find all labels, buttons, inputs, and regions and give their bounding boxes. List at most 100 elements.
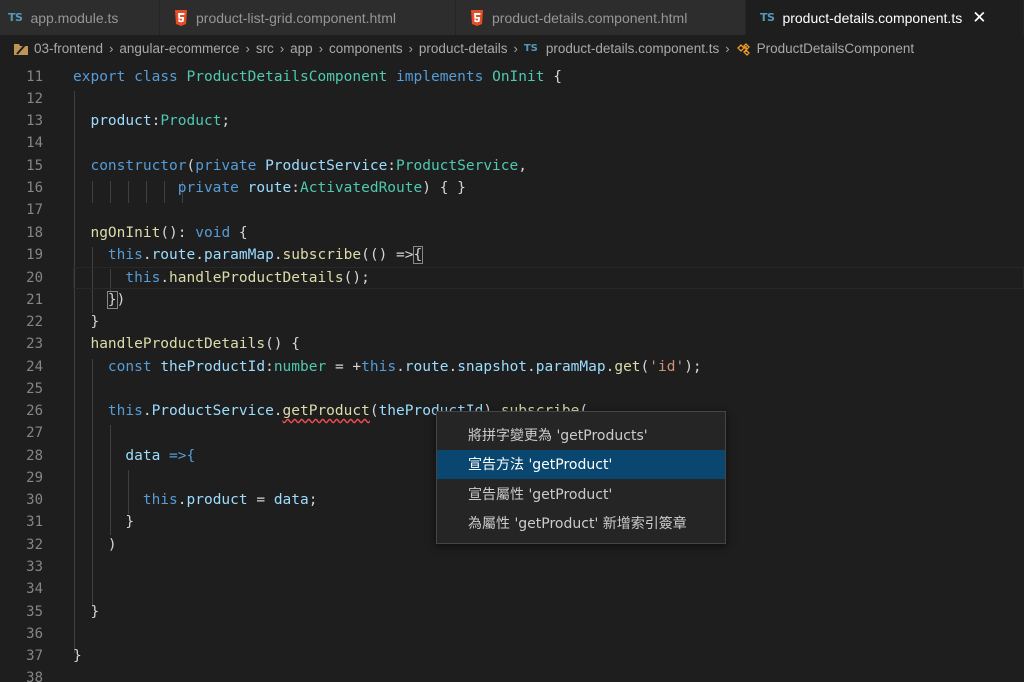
quick-fix-change-spelling[interactable]: 將拼字變更為 'getProducts' bbox=[437, 420, 725, 450]
code-line: 34 bbox=[0, 578, 1024, 600]
breadcrumb-label: src bbox=[255, 41, 274, 56]
code-line: 38 bbox=[0, 667, 1024, 682]
breadcrumb-item-product-details[interactable]: product-details bbox=[419, 41, 508, 56]
code-line: 35 } bbox=[0, 601, 1024, 623]
breadcrumb-item-app[interactable]: app bbox=[290, 41, 313, 56]
breadcrumb-item-src[interactable]: src bbox=[256, 41, 274, 56]
chevron-right-icon: › bbox=[109, 41, 114, 56]
line-number: 30 bbox=[26, 492, 43, 509]
code-text: data =>{ bbox=[125, 448, 196, 465]
line-number: 12 bbox=[26, 91, 43, 108]
line-number: 26 bbox=[26, 403, 43, 420]
tab-product-list-grid-html[interactable]: product-list-grid.component.html bbox=[160, 0, 456, 35]
code-text: this.handleProductDetails(); bbox=[125, 270, 370, 287]
code-line: 24 const theProductId:number = +this.rou… bbox=[0, 356, 1024, 378]
breadcrumb-label: app bbox=[290, 41, 313, 56]
line-number: 37 bbox=[26, 648, 43, 665]
breadcrumb-item-file[interactable]: TS product-details.component.ts bbox=[524, 41, 719, 56]
tab-product-details-html[interactable]: product-details.component.html bbox=[456, 0, 746, 35]
class-symbol-icon bbox=[736, 43, 750, 56]
breadcrumb-item-03-frontend[interactable]: 03-frontend bbox=[14, 41, 103, 56]
breadcrumb-label: 03-frontend bbox=[34, 41, 104, 56]
quick-fix-declare-method[interactable]: 宣告方法 'getProduct' bbox=[437, 449, 725, 479]
tab-product-details-ts[interactable]: TS product-details.component.ts ✕ bbox=[746, 0, 1024, 35]
breadcrumb-item-class[interactable]: ProductDetailsComponent bbox=[736, 41, 915, 56]
code-line: 12 bbox=[0, 88, 1024, 110]
breadcrumb-item-components[interactable]: components bbox=[329, 41, 403, 56]
code-line: 16 private route:ActivatedRoute) { } bbox=[0, 177, 1024, 199]
close-icon[interactable]: ✕ bbox=[972, 8, 986, 28]
breadcrumb: 03-frontend › angular-ecommerce › src › … bbox=[0, 35, 1024, 62]
typescript-icon: TS bbox=[8, 11, 23, 24]
tab-label: product-details.component.ts bbox=[782, 9, 963, 26]
code-text: } bbox=[73, 648, 82, 665]
code-line: 15 constructor(private ProductService:Pr… bbox=[0, 155, 1024, 177]
code-text: private route:ActivatedRoute) { } bbox=[177, 180, 466, 197]
breadcrumb-label: product-details bbox=[418, 41, 508, 56]
code-line: 22 } bbox=[0, 311, 1024, 333]
code-line: 14 bbox=[0, 132, 1024, 154]
code-text: handleProductDetails() { bbox=[90, 336, 300, 353]
line-number: 36 bbox=[26, 626, 43, 643]
quick-fix-add-index-signature[interactable]: 為屬性 'getProduct' 新增索引簽章 bbox=[437, 509, 725, 539]
line-number: 14 bbox=[26, 135, 43, 152]
code-text: } bbox=[125, 514, 135, 531]
line-number: 29 bbox=[26, 470, 43, 487]
line-number: 31 bbox=[26, 514, 43, 531]
tab-label: product-details.component.html bbox=[492, 9, 688, 26]
code-line: 36 bbox=[0, 623, 1024, 645]
code-text: export class ProductDetailsComponent imp… bbox=[73, 69, 562, 86]
code-text: }) bbox=[106, 291, 126, 310]
typescript-icon: TS bbox=[523, 43, 538, 54]
quick-fix-declare-property[interactable]: 宣告屬性 'getProduct' bbox=[437, 479, 725, 509]
code-text: ngOnInit(): void { bbox=[90, 225, 248, 242]
line-number: 28 bbox=[26, 448, 43, 465]
breadcrumb-label: components bbox=[329, 41, 403, 56]
breadcrumb-item-angular-ecommerce[interactable]: angular-ecommerce bbox=[119, 41, 239, 56]
code-line: 19 this.route.paramMap.subscribe(() =>{ bbox=[0, 244, 1024, 266]
line-number: 33 bbox=[26, 559, 43, 576]
tab-label: product-list-grid.component.html bbox=[196, 9, 396, 26]
folder-icon bbox=[14, 43, 28, 55]
code-text: product:Product; bbox=[90, 113, 231, 130]
line-number: 32 bbox=[26, 537, 43, 554]
chevron-right-icon: › bbox=[725, 41, 730, 56]
line-number: 19 bbox=[26, 247, 43, 264]
code-line: 21 }) bbox=[0, 289, 1024, 311]
breadcrumb-label: angular-ecommerce bbox=[119, 41, 240, 56]
line-number: 18 bbox=[26, 225, 43, 242]
line-number: 24 bbox=[26, 359, 43, 376]
line-number: 15 bbox=[26, 158, 43, 175]
code-line: 37 } bbox=[0, 645, 1024, 667]
line-number: 17 bbox=[26, 202, 43, 219]
code-editor[interactable]: 11 export class ProductDetailsComponent … bbox=[0, 62, 1024, 682]
tab-app-module[interactable]: TS app.module.ts bbox=[0, 0, 160, 35]
code-line: 17 bbox=[0, 199, 1024, 221]
code-line: 23 handleProductDetails() { bbox=[0, 333, 1024, 355]
chevron-right-icon: › bbox=[513, 41, 518, 56]
code-text: this.route.paramMap.subscribe(() =>{ bbox=[107, 246, 424, 265]
error-squiggle[interactable]: getProduct bbox=[283, 403, 370, 419]
code-text: const theProductId:number = +this.route.… bbox=[107, 359, 702, 376]
html5-icon bbox=[174, 9, 188, 26]
chevron-right-icon: › bbox=[245, 41, 250, 56]
line-number: 20 bbox=[26, 270, 43, 287]
line-number: 22 bbox=[26, 314, 43, 331]
line-number: 27 bbox=[26, 425, 43, 442]
html5-icon bbox=[470, 9, 484, 26]
chevron-right-icon: › bbox=[408, 41, 413, 56]
line-number: 34 bbox=[26, 581, 43, 598]
breadcrumb-label: ProductDetailsComponent bbox=[756, 41, 915, 56]
code-text: ) bbox=[107, 537, 117, 554]
line-number: 23 bbox=[26, 336, 43, 353]
code-line: 13 product:Product; bbox=[0, 110, 1024, 132]
breadcrumb-label: product-details.component.ts bbox=[545, 41, 720, 56]
code-text: this.product = data; bbox=[142, 492, 318, 509]
code-line: 20 this.handleProductDetails(); bbox=[0, 267, 1024, 289]
line-number: 25 bbox=[26, 381, 43, 398]
code-line: 33 bbox=[0, 556, 1024, 578]
quick-fix-menu: 將拼字變更為 'getProducts' 宣告方法 'getProduct' 宣… bbox=[436, 411, 726, 544]
line-number: 35 bbox=[26, 604, 43, 621]
code-line: 25 bbox=[0, 378, 1024, 400]
line-number: 38 bbox=[26, 670, 43, 682]
